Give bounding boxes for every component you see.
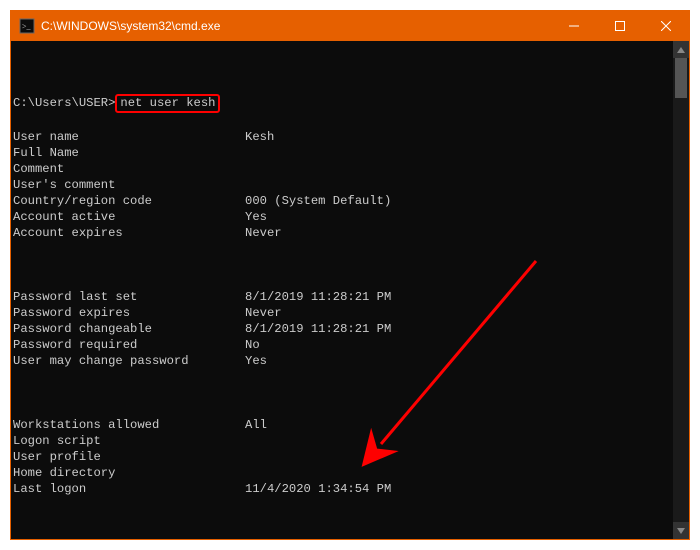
vertical-scrollbar[interactable] xyxy=(673,41,689,539)
output-key: User may change password xyxy=(13,353,245,369)
output-key: User profile xyxy=(13,449,245,465)
output-row: Password changeable8/1/2019 11:28:21 PM xyxy=(13,321,671,337)
output-row: Comment xyxy=(13,161,671,177)
output-row: User nameKesh xyxy=(13,129,671,145)
output-value: Kesh xyxy=(245,129,274,145)
output-key: User's comment xyxy=(13,177,245,193)
output-value: Yes xyxy=(245,353,267,369)
output-value: 8/1/2019 11:28:21 PM xyxy=(245,321,391,337)
output-value: 8/1/2019 11:28:21 PM xyxy=(245,289,391,305)
scroll-thumb[interactable] xyxy=(675,58,687,98)
output-key: Password required xyxy=(13,337,245,353)
output-row: Country/region code000 (System Default) xyxy=(13,193,671,209)
output-row: Password expiresNever xyxy=(13,305,671,321)
output-value: 000 (System Default) xyxy=(245,193,391,209)
output-row: Password requiredNo xyxy=(13,337,671,353)
minimize-button[interactable] xyxy=(551,11,597,41)
output-row: Account expiresNever xyxy=(13,225,671,241)
cmd-icon: >_ xyxy=(19,18,35,34)
output-key: Account active xyxy=(13,209,245,225)
titlebar[interactable]: >_ C:\WINDOWS\system32\cmd.exe xyxy=(11,11,689,41)
output-value: No xyxy=(245,337,260,353)
output-value: All xyxy=(245,417,267,433)
output-row: Full Name xyxy=(13,145,671,161)
highlighted-command: net user kesh xyxy=(115,94,220,113)
terminal-output[interactable]: C:\Users\USER>net user kesh User nameKes… xyxy=(11,41,673,539)
maximize-button[interactable] xyxy=(597,11,643,41)
output-row: User may change passwordYes xyxy=(13,353,671,369)
scroll-up-button[interactable] xyxy=(673,41,689,58)
window-controls xyxy=(551,11,689,41)
output-row: Home directory xyxy=(13,465,671,481)
output-key: Country/region code xyxy=(13,193,245,209)
output-row: Account activeYes xyxy=(13,209,671,225)
output-key: Home directory xyxy=(13,465,245,481)
output-value: Never xyxy=(245,305,282,321)
scroll-down-button[interactable] xyxy=(673,522,689,539)
output-row: Last logon11/4/2020 1:34:54 PM xyxy=(13,481,671,497)
output-key: Account expires xyxy=(13,225,245,241)
cmd-window: >_ C:\WINDOWS\system32\cmd.exe C:\Users\… xyxy=(10,10,690,540)
prompt-text: C:\Users\USER> xyxy=(13,96,115,110)
close-button[interactable] xyxy=(643,11,689,41)
output-key: Workstations allowed xyxy=(13,417,245,433)
output-row: User profile xyxy=(13,449,671,465)
output-key: Last logon xyxy=(13,481,245,497)
output-key: Comment xyxy=(13,161,245,177)
output-value: Yes xyxy=(245,209,267,225)
output-row: User's comment xyxy=(13,177,671,193)
scroll-track[interactable] xyxy=(673,58,689,522)
window-title: C:\WINDOWS\system32\cmd.exe xyxy=(41,19,551,33)
output-value: 11/4/2020 1:34:54 PM xyxy=(245,481,391,497)
output-key: User name xyxy=(13,129,245,145)
output-key: Logon script xyxy=(13,433,245,449)
output-key: Full Name xyxy=(13,145,245,161)
output-key: Password expires xyxy=(13,305,245,321)
output-row: Password last set8/1/2019 11:28:21 PM xyxy=(13,289,671,305)
svg-text:>_: >_ xyxy=(22,22,32,31)
output-row: Logon script xyxy=(13,433,671,449)
output-value: Never xyxy=(245,225,282,241)
output-key: Password last set xyxy=(13,289,245,305)
output-row: Workstations allowedAll xyxy=(13,417,671,433)
output-key: Password changeable xyxy=(13,321,245,337)
